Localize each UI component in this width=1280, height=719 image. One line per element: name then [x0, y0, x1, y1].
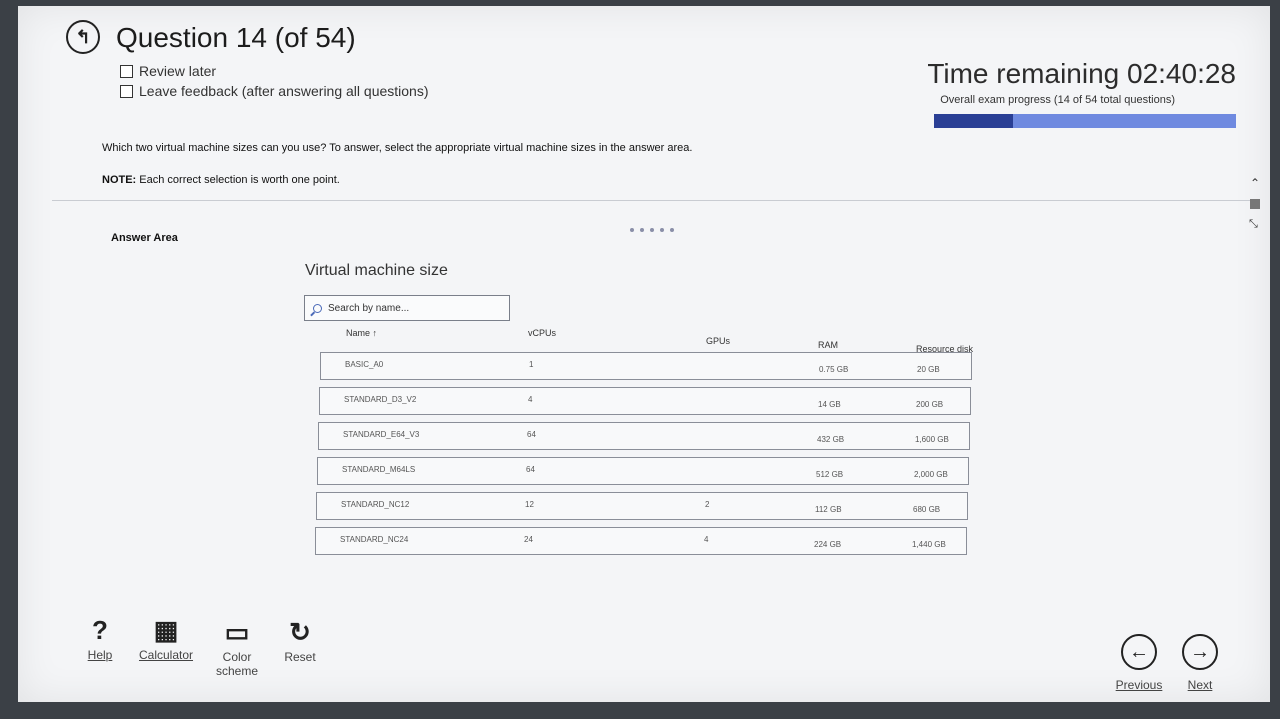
cell-name: STANDARD_M64LS [342, 465, 416, 474]
progress-bar-fill [934, 114, 1013, 128]
cell-ram: 512 GB [816, 470, 844, 479]
column-header-vcpus[interactable]: vCPUs [528, 328, 556, 338]
previous-label: Previous [1115, 678, 1163, 692]
question-title: Question 14 (of 54) [116, 22, 356, 53]
next-label: Next [1187, 678, 1213, 692]
cell-vcpus: 64 [527, 430, 536, 439]
cell-ram: 224 GB [814, 540, 842, 549]
progress-text: Overall exam progress (14 of 54 total qu… [940, 94, 1175, 106]
cell-disk: 1,440 GB [912, 540, 946, 549]
cell-disk: 2,000 GB [914, 470, 948, 479]
cell-disk: 1,600 GB [915, 435, 949, 444]
cell-name: STANDARD_NC12 [341, 500, 410, 509]
note-text: NOTE: Each correct selection is worth on… [102, 174, 340, 186]
color-scheme-button[interactable]: ▭ Color scheme [212, 614, 262, 678]
leave-feedback-checkbox[interactable] [120, 84, 133, 98]
note-body: Each correct selection is worth one poin… [136, 174, 340, 186]
search-placeholder: Search by name... [328, 302, 410, 314]
cell-disk: 20 GB [917, 365, 940, 374]
column-header-name[interactable]: Name ↑ [346, 328, 377, 338]
reset-label: Reset [284, 650, 316, 664]
cell-gpus: 2 [705, 500, 710, 509]
leave-feedback-label: Leave feedback (after answering all ques… [139, 83, 429, 99]
cell-vcpus: 24 [524, 535, 533, 544]
help-label: Help [87, 648, 113, 662]
calculator-button[interactable]: ▦ Calculator [136, 612, 196, 662]
cell-vcpus: 4 [528, 395, 533, 404]
cell-gpus: 4 [704, 535, 709, 544]
cell-name: STANDARD_NC24 [340, 535, 409, 544]
table-row[interactable]: STANDARD_NC12 12 2 112 GB 680 GB [316, 492, 968, 520]
expand-icon[interactable]: ⤡ [1249, 218, 1258, 231]
calculator-icon: ▦ [153, 615, 179, 645]
arrow-right-icon: → [1182, 634, 1218, 670]
reset-button[interactable]: ↻ Reset [280, 614, 320, 664]
back-arrow-icon[interactable]: ↰ [66, 20, 100, 54]
divider [52, 200, 1260, 201]
table-row[interactable]: STANDARD_M64LS 64 512 GB 2,000 GB [317, 457, 969, 485]
vm-table-title: Virtual machine size [305, 262, 448, 279]
review-later-checkbox[interactable] [120, 64, 133, 78]
scrollbar-thumb[interactable] [1250, 199, 1260, 209]
column-header-gpus[interactable]: GPUs [706, 336, 730, 346]
cell-ram: 14 GB [818, 400, 841, 409]
cell-vcpus: 12 [525, 500, 534, 509]
calculator-label: Calculator [138, 648, 194, 662]
pane-resize-handle[interactable] [630, 228, 674, 232]
search-icon [313, 303, 322, 313]
monitor-icon: ▭ [224, 617, 250, 647]
answer-area-label: Answer Area [111, 232, 178, 244]
cell-name: STANDARD_D3_V2 [344, 395, 417, 404]
exam-screen: ↰ Question 14 (of 54) Review later Leave… [18, 6, 1270, 702]
search-input[interactable]: Search by name... [304, 295, 510, 321]
table-row[interactable]: STANDARD_NC24 24 4 224 GB 1,440 GB [315, 527, 967, 555]
review-later-option[interactable]: Review later [120, 63, 216, 79]
next-button[interactable]: → Next [1178, 634, 1222, 692]
time-remaining: Time remaining 02:40:28 [927, 58, 1236, 89]
progress-bar [934, 114, 1236, 128]
scroll-up-icon[interactable]: ⌃ [1250, 176, 1260, 190]
cell-ram: 112 GB [815, 505, 842, 514]
table-row[interactable]: BASIC_A0 1 0.75 GB 20 GB [320, 352, 972, 380]
color-scheme-label-2: scheme [215, 664, 259, 678]
table-row[interactable]: STANDARD_E64_V3 64 432 GB 1,600 GB [318, 422, 970, 450]
note-label: NOTE: [102, 174, 137, 186]
leave-feedback-option[interactable]: Leave feedback (after answering all ques… [120, 83, 429, 99]
cell-vcpus: 1 [529, 360, 534, 369]
cell-vcpus: 64 [526, 465, 535, 474]
previous-button[interactable]: ← Previous [1114, 634, 1164, 692]
cell-disk: 680 GB [913, 505, 941, 514]
color-scheme-label-1: Color [222, 650, 252, 664]
cell-disk: 200 GB [916, 400, 944, 409]
question-text: Which two virtual machine sizes can you … [102, 142, 693, 154]
table-row[interactable]: STANDARD_D3_V2 4 14 GB 200 GB [319, 387, 971, 415]
cell-name: STANDARD_E64_V3 [343, 430, 420, 439]
question-mark-icon: ? [92, 615, 108, 645]
arrow-left-icon: ← [1121, 634, 1157, 670]
reset-icon: ↻ [289, 617, 311, 647]
column-header-ram[interactable]: RAM [818, 340, 838, 350]
help-button[interactable]: ? Help [80, 612, 120, 662]
cell-ram: 0.75 GB [819, 365, 849, 374]
cell-ram: 432 GB [817, 435, 845, 444]
cell-name: BASIC_A0 [345, 360, 384, 369]
review-later-label: Review later [139, 63, 217, 79]
